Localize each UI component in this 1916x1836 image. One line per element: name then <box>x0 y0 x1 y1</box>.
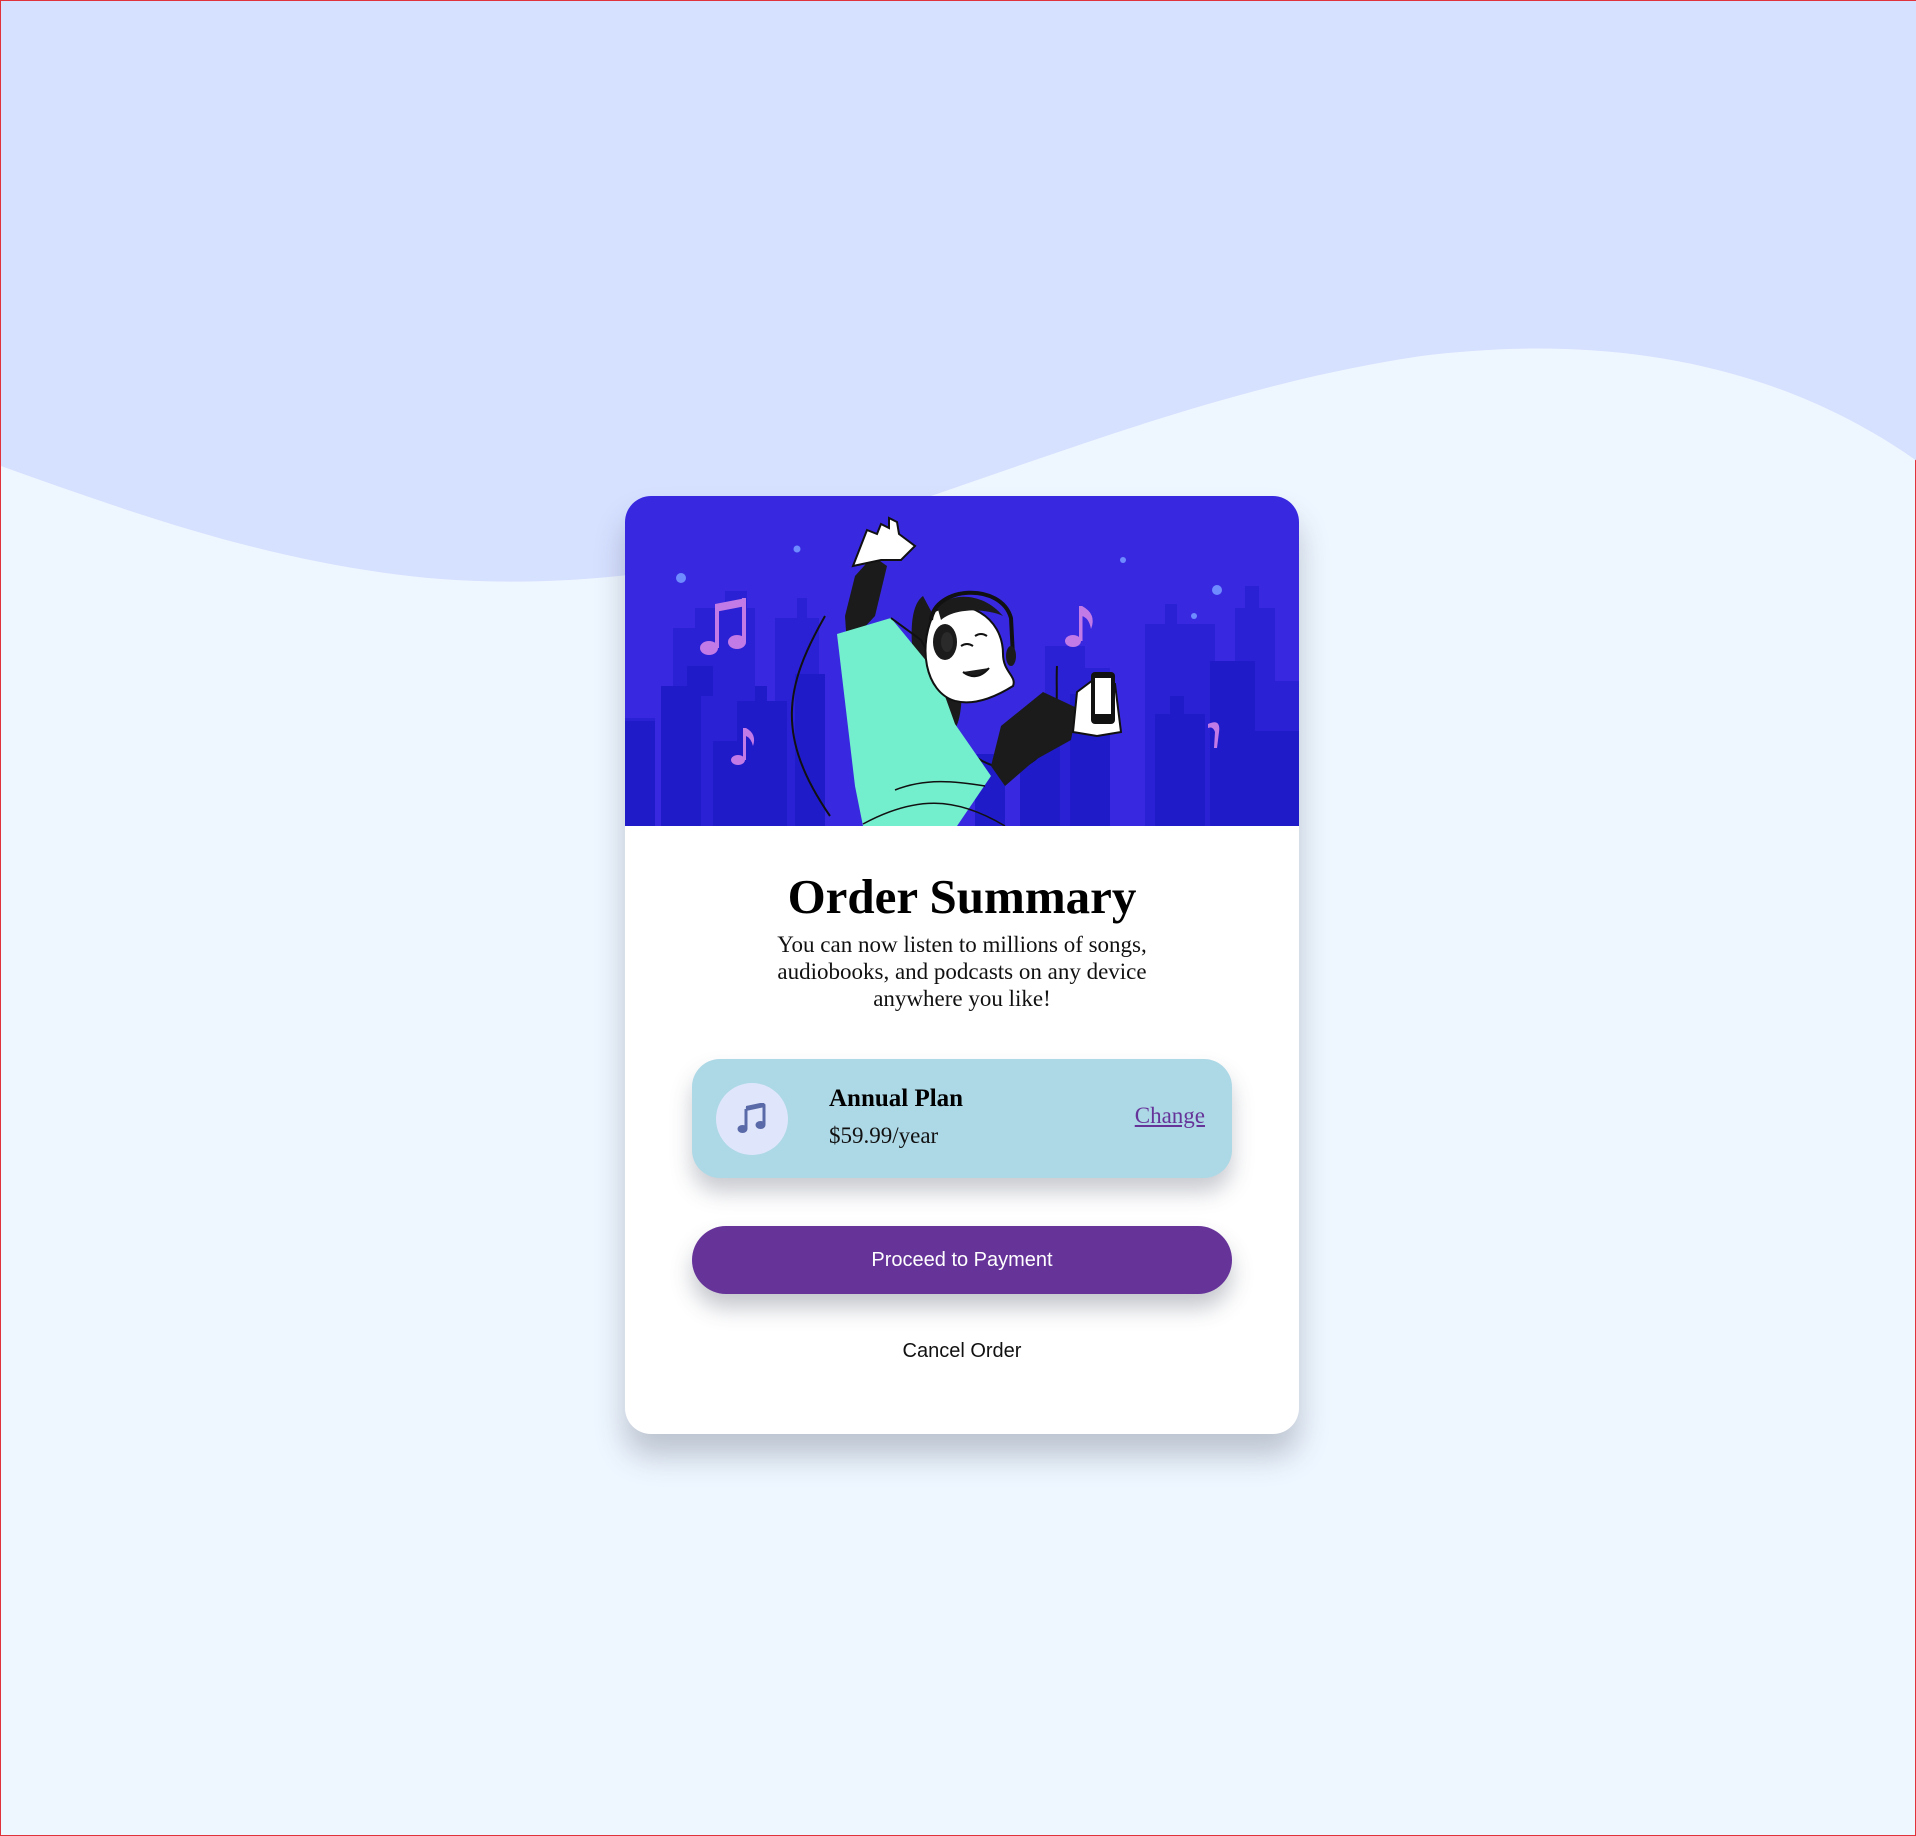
hero-illustration <box>625 496 1299 826</box>
plan-name: Annual Plan <box>829 1085 964 1112</box>
plan-price: $59.99/year <box>829 1123 939 1148</box>
page-title: Order Summary <box>787 869 1137 924</box>
plan-summary: Annual Plan $59.99/year Change <box>692 1059 1232 1178</box>
order-summary-text: Order Summary You can now listen to mill… <box>625 869 1299 1012</box>
music-note-icon <box>716 1083 788 1155</box>
order-summary-card: Order Summary You can now listen to mill… <box>625 496 1299 1434</box>
cancel-order-button[interactable]: Cancel Order <box>862 1336 1062 1366</box>
change-plan-link[interactable]: Change <box>1135 1103 1205 1129</box>
proceed-to-payment-button[interactable]: Proceed to Payment <box>692 1226 1232 1294</box>
order-description: You can now listen to millions of songs,… <box>777 932 1147 1011</box>
